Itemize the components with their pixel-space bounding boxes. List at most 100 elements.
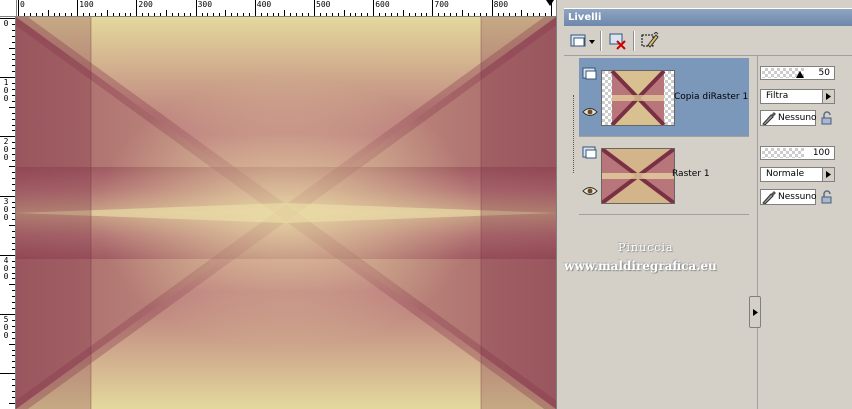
delete-layer-icon — [609, 33, 626, 50]
layer-row-raster-1[interactable]: Raster 1 — [579, 137, 749, 215]
ruler-tick — [9, 48, 15, 49]
ruler-tick — [486, 13, 487, 16]
layers-palette: Livelli Copia diRaster 1 Raster 1 50 Fil… — [564, 0, 852, 409]
ruler-tick — [207, 13, 208, 16]
ruler-tick — [12, 355, 15, 356]
ruler-tick — [290, 13, 291, 16]
ruler-tick — [12, 261, 15, 262]
layer-row-copia-raster-1[interactable]: Copia diRaster 1 — [579, 58, 749, 136]
opacity-slider[interactable]: 50 — [760, 66, 835, 80]
ruler-tick — [12, 190, 15, 191]
watermark-author: Pinuccia — [618, 241, 674, 254]
ruler-label: 0 — [20, 0, 25, 9]
ruler-tick — [533, 13, 534, 16]
ruler-tick — [12, 385, 15, 386]
ruler-label: 500 — [3, 315, 9, 340]
blend-mode-select[interactable]: Filtra — [760, 89, 835, 104]
ruler-tick — [421, 13, 422, 16]
ruler-tick — [498, 13, 499, 16]
ruler-tick — [213, 13, 214, 16]
ruler-tick — [12, 213, 15, 214]
dropdown-arrow-icon[interactable] — [822, 168, 834, 181]
horizontal-ruler: 0 100 200 300 400 500 600 700 800 — [0, 0, 556, 17]
ruler-tick — [373, 0, 374, 16]
layer-name[interactable]: Copia diRaster 1 — [674, 92, 748, 102]
ruler-tick — [320, 13, 321, 16]
ruler-tick — [36, 13, 37, 16]
ruler-tick — [12, 154, 15, 155]
ruler-tick — [12, 119, 15, 120]
ruler-tick — [95, 13, 96, 16]
ruler-tick — [12, 36, 15, 37]
ruler-tick — [48, 10, 49, 16]
ruler-tick — [456, 13, 457, 16]
ruler-tick — [172, 13, 173, 16]
mask-selector[interactable]: Nessuno — [760, 110, 817, 126]
ruler-label: 200 — [3, 137, 9, 163]
visibility-eye-icon[interactable] — [582, 185, 598, 197]
chevron-right-icon — [752, 308, 758, 316]
ruler-tick — [462, 10, 463, 16]
ruler-tick — [202, 13, 203, 16]
ruler-tick — [468, 13, 469, 16]
ruler-tick — [12, 184, 15, 185]
ruler-tick — [142, 13, 143, 16]
edit-selection-icon — [641, 32, 659, 48]
ruler-tick — [12, 148, 15, 149]
opacity-checker — [762, 148, 804, 158]
ruler-tick — [136, 0, 137, 16]
image-canvas[interactable] — [16, 17, 556, 409]
palette-title[interactable]: Livelli — [564, 9, 852, 26]
ruler-tick — [314, 0, 315, 16]
blend-mode-select[interactable]: Normale — [760, 167, 835, 182]
ruler-tick — [12, 59, 15, 60]
ruler-tick — [12, 101, 15, 102]
ruler-tick — [296, 13, 297, 16]
ruler-tick — [12, 350, 15, 351]
layer-properties: 50 Filtra Nessuno 100 Normale Nessuno — [760, 56, 852, 214]
ruler-tick — [237, 13, 238, 16]
ruler-tick — [527, 13, 528, 16]
opacity-slider[interactable]: 100 — [760, 146, 835, 160]
ruler-tick — [107, 10, 108, 16]
ruler-tick — [12, 278, 15, 279]
delete-layer-button[interactable] — [606, 30, 630, 52]
lock-icon[interactable] — [820, 190, 834, 204]
ruler-label: 400 — [3, 255, 9, 281]
ruler-tick — [9, 284, 15, 285]
ruler-tick — [12, 273, 15, 274]
ruler-label: 700 — [434, 0, 449, 9]
ruler-tick — [12, 391, 15, 392]
dropdown-arrow-icon[interactable] — [822, 90, 834, 103]
lock-icon[interactable] — [820, 111, 834, 125]
ruler-tick — [190, 13, 191, 16]
ruler-tick — [219, 13, 220, 16]
ruler-tick — [391, 13, 392, 16]
ruler-tick — [12, 172, 15, 173]
ruler-tick — [12, 267, 15, 268]
ruler-tick — [326, 13, 327, 16]
ruler-tick — [12, 207, 15, 208]
blend-mode-value: Filtra — [766, 91, 789, 101]
brush-icon — [762, 191, 776, 204]
ruler-tick — [338, 13, 339, 16]
ruler-tick — [12, 42, 15, 43]
mask-selector[interactable]: Nessuno — [760, 189, 817, 205]
visibility-eye-icon[interactable] — [582, 106, 598, 118]
ruler-tick — [160, 13, 161, 16]
opacity-slider-marker[interactable] — [796, 71, 804, 78]
mask-value: Nessuno — [778, 192, 817, 202]
ruler-tick — [12, 71, 15, 72]
new-layer-button[interactable] — [568, 30, 596, 52]
ruler-tick — [284, 10, 285, 16]
vertical-ruler: 0 100 200 300 400 500 — [0, 16, 16, 409]
palette-collapse-handle[interactable] — [749, 296, 761, 328]
ruler-tick — [12, 237, 15, 238]
ruler-tick — [12, 54, 15, 55]
layer-thumbnail — [601, 70, 675, 126]
ruler-tick — [308, 13, 309, 16]
ruler-tick — [302, 13, 303, 16]
opacity-value: 100 — [812, 148, 830, 158]
edit-selection-button[interactable] — [638, 30, 662, 52]
layer-name[interactable]: Raster 1 — [672, 169, 710, 179]
